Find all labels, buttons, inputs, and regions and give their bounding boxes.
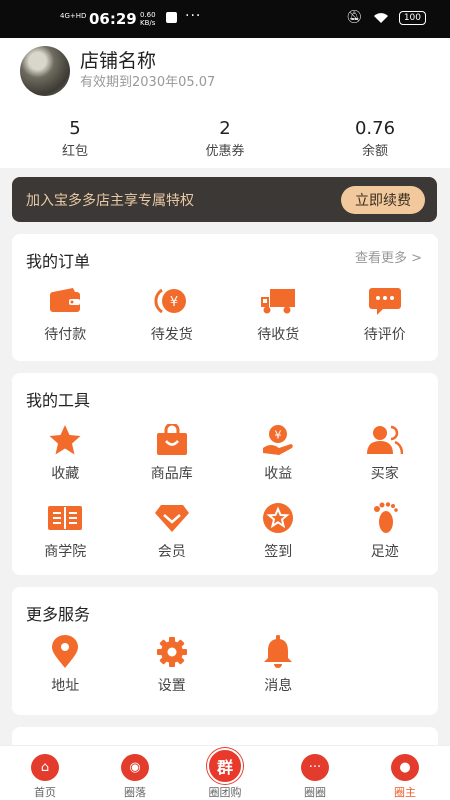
truck-icon [260,284,296,318]
services-card: 更多服务 地址 设置 消息 [12,587,438,715]
stat-coupon[interactable]: 2 优惠券 [150,118,300,159]
status-time: 06:29 [89,10,137,28]
vip-banner-text: 加入宝多多店主享专属特权 [26,192,194,209]
account-stats: 5 红包 2 优惠券 0.76 余额 [0,118,450,159]
more-notifications-icon: ··· [185,8,202,24]
tool-membership[interactable]: 会员 [119,501,226,561]
orders-card: 我的订单 查看更多 > 待付款 ¥ 待发货 待收货 待评价 [12,234,438,361]
bottom-tab-bar: ⌂ 首页 ◉ 圈落 群 圈团购 ··· 圈圈 ● 圈主 [0,745,450,800]
stat-balance[interactable]: 0.76 余额 [300,118,450,159]
users-icon [366,423,403,457]
comment-icon [367,284,403,318]
order-pending-review[interactable]: 待评价 [332,284,439,344]
avatar[interactable] [20,46,70,96]
service-label: 地址 [51,678,80,694]
stat-label: 红包 [61,144,88,159]
stat-value: 0.76 [354,118,396,139]
location-pin-icon [47,635,83,669]
tab-label: 圈主 [394,786,416,799]
service-label: 设置 [157,678,186,694]
tool-label: 商学院 [44,544,87,560]
tab-label: 圈落 [124,786,146,799]
tool-label: 足迹 [370,544,399,560]
bell-icon [260,635,296,669]
tab-circle-feed[interactable]: ◉ 圈落 [90,746,180,800]
notification-icon [166,12,177,23]
tool-label: 签到 [264,544,293,560]
orders-title: 我的订单 [26,252,91,271]
service-address[interactable]: 地址 [12,635,119,695]
tool-business-school[interactable]: 商学院 [12,501,119,561]
tool-check-in[interactable]: 签到 [225,501,332,561]
wallet-icon [47,284,83,318]
tool-income[interactable]: ¥ 收益 [225,423,332,483]
service-messages[interactable]: 消息 [225,635,332,695]
tab-label: 圈团购 [208,786,242,799]
wifi-icon [373,12,389,24]
chat-icon: ··· [301,754,329,781]
valid-until: 有效期到2030年05.07 [80,75,216,90]
order-pending-shipment[interactable]: ¥ 待发货 [119,284,226,344]
gear-icon [154,635,190,669]
order-label: 待付款 [44,327,87,343]
stat-value: 2 [219,118,231,139]
network-speed: 0.60 KB/s [140,11,156,27]
service-settings[interactable]: 设置 [119,635,226,695]
camera-icon: ◉ [121,754,149,781]
book-icon [47,501,83,535]
profile-header: 店铺名称 有效期到2030年05.07 5 红包 2 优惠券 0.76 余额 [0,38,450,168]
tab-circles[interactable]: ··· 圈圈 [270,746,360,800]
tool-favorites[interactable]: 收藏 [12,423,119,483]
network-indicator: 4G+HD [60,12,87,20]
tool-label: 商品库 [150,466,193,482]
mute-icon: 🔕︎ [346,10,363,25]
view-more-link[interactable]: 查看更多 > [355,247,422,266]
diamond-icon [154,501,190,535]
tool-buyers[interactable]: 买家 [332,423,439,483]
vip-banner: 加入宝多多店主享专属特权 立即续费 [12,177,437,222]
tab-label: 圈圈 [304,786,326,799]
tool-footprint[interactable]: 足迹 [332,501,439,561]
tools-title: 我的工具 [26,391,91,410]
tool-label: 收益 [264,466,293,482]
stat-label: 余额 [361,144,388,159]
tab-owner[interactable]: ● 圈主 [360,746,450,800]
tools-card: 我的工具 收藏 商品库 ¥ 收益 买家 商学院 会员 签到 足迹 [12,373,438,575]
order-label: 待评价 [363,327,406,343]
renew-button[interactable]: 立即续费 [341,185,425,214]
tab-group-buy[interactable]: 群 圈团购 [180,746,270,800]
yen-coin-icon: ¥ [154,284,190,318]
shopping-bag-icon [154,423,190,457]
svg-text:¥: ¥ [170,295,178,310]
tool-label: 会员 [157,544,186,560]
stat-label: 优惠券 [205,144,245,159]
group-buy-icon: 群 [207,748,243,784]
shop-name[interactable]: 店铺名称 [80,46,156,73]
order-pending-payment[interactable]: 待付款 [12,284,119,344]
stat-red-packet[interactable]: 5 红包 [0,118,150,159]
income-hand-icon: ¥ [260,423,296,457]
tab-home[interactable]: ⌂ 首页 [0,746,90,800]
stat-value: 5 [69,118,81,139]
footprint-icon [367,501,403,535]
svg-text:¥: ¥ [275,429,282,442]
service-label: 消息 [264,678,293,694]
services-title: 更多服务 [26,605,91,624]
status-bar: 4G+HD 06:29 0.60 KB/s ··· 🔕︎ 100 [0,0,450,38]
order-label: 待发货 [150,327,193,343]
profile-icon: ● [391,754,419,781]
star-icon [47,423,83,457]
tool-label: 收藏 [51,466,80,482]
tool-product-library[interactable]: 商品库 [119,423,226,483]
order-label: 待收货 [257,327,300,343]
home-icon: ⌂ [31,754,59,781]
order-pending-receipt[interactable]: 待收货 [225,284,332,344]
battery-indicator: 100 [398,10,426,25]
star-badge-icon [260,501,296,535]
tool-label: 买家 [370,466,399,482]
tab-label: 首页 [34,786,56,799]
